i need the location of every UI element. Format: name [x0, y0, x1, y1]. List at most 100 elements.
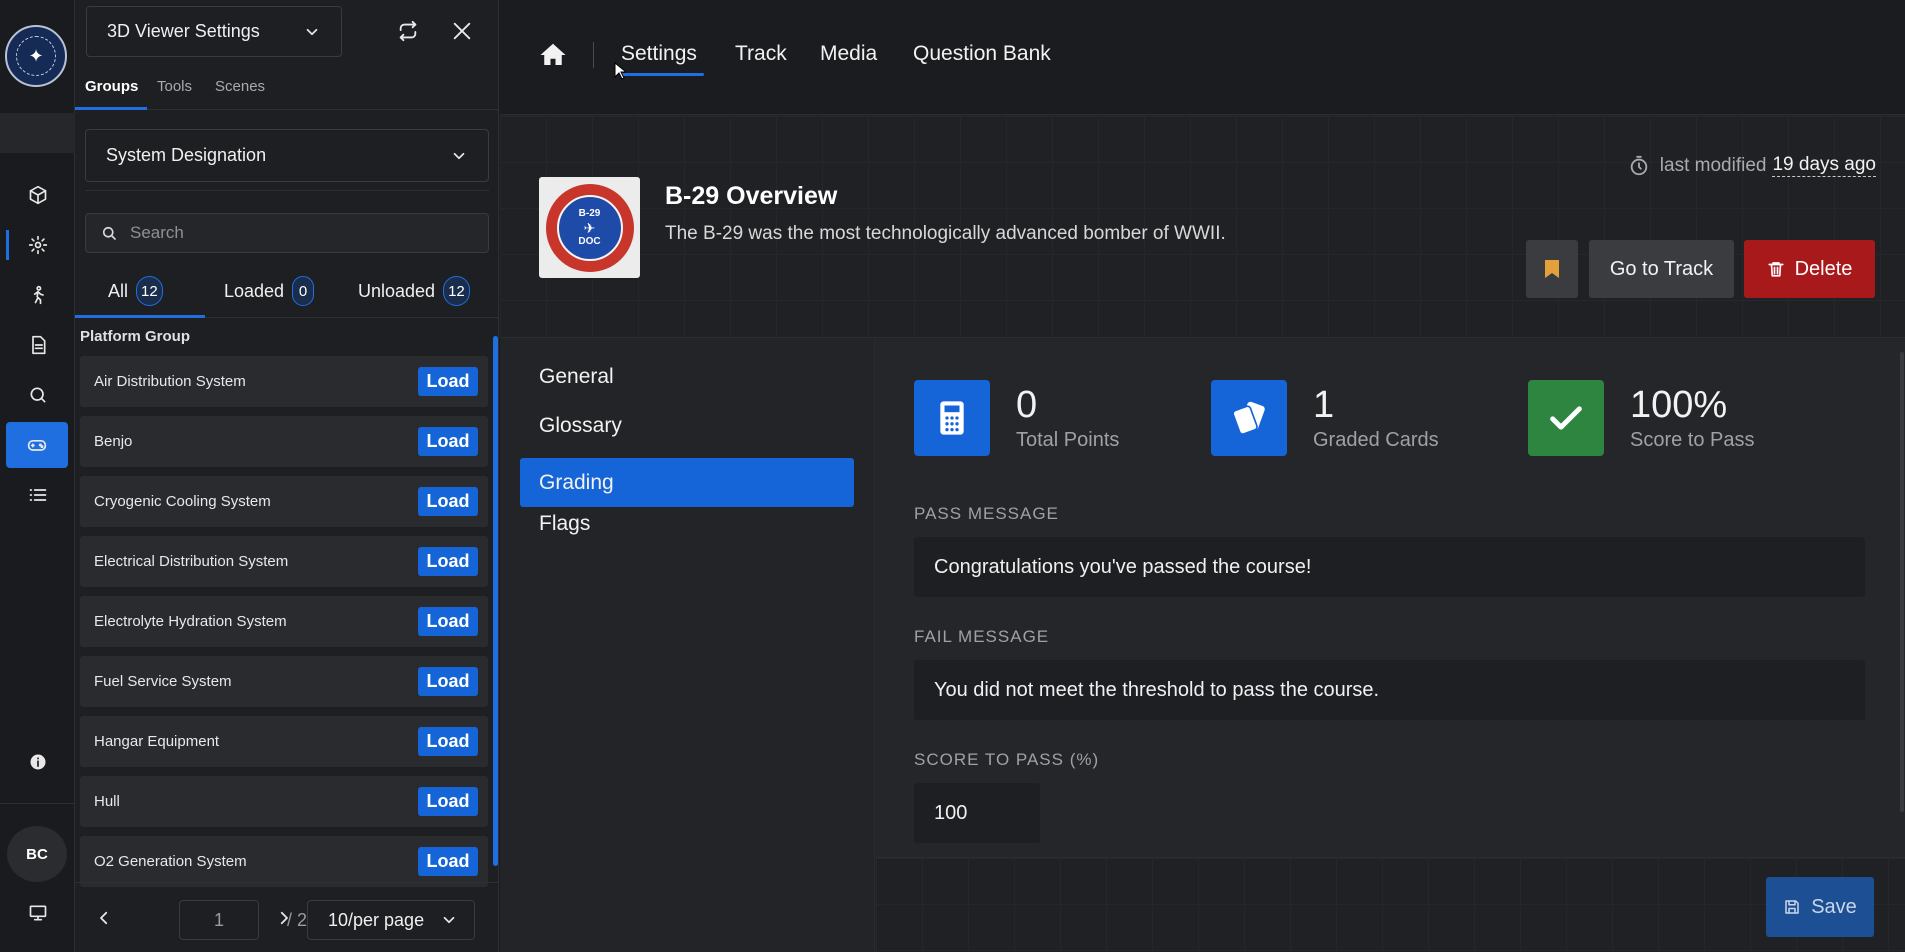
rail-divider: [0, 803, 75, 804]
next-page-icon[interactable]: [271, 905, 297, 931]
home-icon[interactable]: [538, 40, 568, 70]
load-button[interactable]: Load: [418, 847, 478, 876]
mouse-cursor-icon: [614, 62, 626, 80]
document-nav-icon[interactable]: [0, 322, 75, 368]
nav-media[interactable]: Media: [820, 42, 877, 66]
fail-message-field[interactable]: You did not meet the threshold to pass t…: [914, 660, 1865, 720]
nav-settings[interactable]: Settings: [621, 42, 697, 66]
top-navigation: Settings Track Media Question Bank: [500, 0, 1905, 115]
tab-scenes[interactable]: Scenes: [215, 78, 265, 95]
stat-label: Graded Cards: [1313, 428, 1439, 451]
list-nav-icon[interactable]: [0, 472, 75, 518]
filter-all[interactable]: All 12: [108, 276, 163, 306]
list-item: Air Distribution System Load: [80, 356, 488, 407]
course-thumbnail: B-29 ✈ DOC: [539, 177, 640, 278]
active-tab-underline: [75, 107, 147, 110]
sidenav-flags[interactable]: Flags: [520, 499, 854, 548]
system-name: Cryogenic Cooling System: [94, 493, 271, 510]
search-box: [85, 213, 489, 253]
list-item: O2 Generation System Load: [80, 836, 488, 887]
filter-loaded[interactable]: Loaded 0: [224, 276, 315, 306]
calculator-icon: [914, 380, 990, 456]
bookmark-button[interactable]: [1526, 240, 1578, 298]
system-name: O2 Generation System: [94, 853, 247, 870]
pass-message-field[interactable]: Congratulations you've passed the course…: [914, 537, 1865, 597]
divider: [85, 190, 489, 191]
search-input[interactable]: [130, 223, 470, 243]
delete-button[interactable]: Delete: [1744, 240, 1875, 298]
pass-message-label: PASS MESSAGE: [914, 504, 1059, 523]
last-modified-value[interactable]: 19 days ago: [1772, 154, 1876, 177]
pagination: / 2 10/per page: [75, 882, 499, 952]
cube-nav-icon[interactable]: [0, 172, 75, 218]
prev-page-icon[interactable]: [91, 905, 117, 931]
last-modified-label: last modified: [1659, 154, 1767, 176]
load-button[interactable]: Load: [418, 487, 478, 516]
list-item: Fuel Service System Load: [80, 656, 488, 707]
sidenav-glossary[interactable]: Glossary: [520, 401, 854, 450]
check-icon: [1528, 380, 1604, 456]
content-scrollbar[interactable]: [1900, 352, 1904, 812]
list-item: Hangar Equipment Load: [80, 716, 488, 767]
stat-label: Score to Pass: [1630, 428, 1755, 451]
system-name: Benjo: [94, 433, 133, 450]
viewer-settings-select[interactable]: 3D Viewer Settings: [86, 6, 342, 57]
load-button[interactable]: Load: [418, 547, 478, 576]
load-button[interactable]: Load: [418, 667, 478, 696]
stat-value: 100%: [1630, 383, 1728, 426]
course-header: B-29 ✈ DOC B-29 Overview The B-29 was th…: [500, 116, 1905, 338]
load-button[interactable]: Load: [418, 367, 478, 396]
nav-track[interactable]: Track: [735, 42, 787, 66]
search-icon: [102, 226, 116, 240]
walk-nav-icon[interactable]: [0, 272, 75, 318]
group-select-label: System Designation: [106, 145, 267, 165]
swap-icon[interactable]: [393, 14, 423, 48]
user-avatar[interactable]: BC: [7, 826, 67, 882]
go-to-track-button[interactable]: Go to Track: [1589, 240, 1734, 298]
stat-graded-cards: 1 Graded Cards: [1211, 380, 1439, 456]
organization-logo[interactable]: ✦: [5, 25, 67, 87]
monitor-nav-icon[interactable]: [0, 890, 75, 936]
list-item: Hull Load: [80, 776, 488, 827]
filter-unloaded[interactable]: Unloaded 12: [358, 276, 470, 306]
system-name: Electrolyte Hydration System: [94, 613, 287, 630]
last-modified: last modified 19 days ago: [1628, 154, 1876, 177]
close-icon[interactable]: [447, 14, 477, 48]
info-nav-icon[interactable]: [0, 739, 75, 785]
settings-nav-icon[interactable]: [0, 222, 75, 268]
search-nav-icon[interactable]: [0, 372, 75, 418]
nav-question-bank[interactable]: Question Bank: [913, 42, 1051, 66]
tab-groups[interactable]: Groups: [85, 78, 138, 95]
list-item: Electrical Distribution System Load: [80, 536, 488, 587]
load-button[interactable]: Load: [418, 787, 478, 816]
cards-icon: [1211, 380, 1287, 456]
load-button[interactable]: Load: [418, 427, 478, 456]
gamepad-nav-icon[interactable]: [6, 422, 68, 468]
list-scrollbar[interactable]: [493, 336, 498, 866]
load-button[interactable]: Load: [418, 727, 478, 756]
system-name: Electrical Distribution System: [94, 553, 289, 570]
tab-tools[interactable]: Tools: [157, 78, 192, 95]
save-button[interactable]: Save: [1766, 877, 1874, 937]
filter-tabs: All 12 Loaded 0 Unloaded 12: [75, 268, 499, 318]
settings-sidenav: General Glossary Grading Flags: [500, 339, 875, 952]
page-input[interactable]: [179, 900, 259, 940]
sidenav-general[interactable]: General: [520, 352, 854, 401]
group-select[interactable]: System Designation: [85, 129, 489, 182]
logo-emblem-icon: ✦: [16, 36, 56, 76]
score-to-pass-field[interactable]: 100: [914, 783, 1040, 843]
per-page-select[interactable]: 10/per page: [307, 900, 475, 940]
main-area: Settings Track Media Question Bank B-29 …: [500, 0, 1905, 952]
delete-label: Delete: [1794, 257, 1853, 280]
load-button[interactable]: Load: [418, 607, 478, 636]
stat-total-points: 0 Total Points: [914, 380, 1119, 456]
stat-score-to-pass: 100% Score to Pass: [1528, 380, 1755, 456]
system-name: Hangar Equipment: [94, 733, 220, 750]
list-item: Electrolyte Hydration System Load: [80, 596, 488, 647]
icon-rail: ✦ BC: [0, 0, 75, 952]
group-heading: Platform Group: [80, 328, 191, 345]
panel-tabs: Groups Tools Scenes: [75, 68, 499, 110]
filter-loaded-label: Loaded: [224, 280, 285, 301]
system-name: Air Distribution System: [94, 373, 246, 390]
count-badge: 12: [136, 276, 163, 306]
